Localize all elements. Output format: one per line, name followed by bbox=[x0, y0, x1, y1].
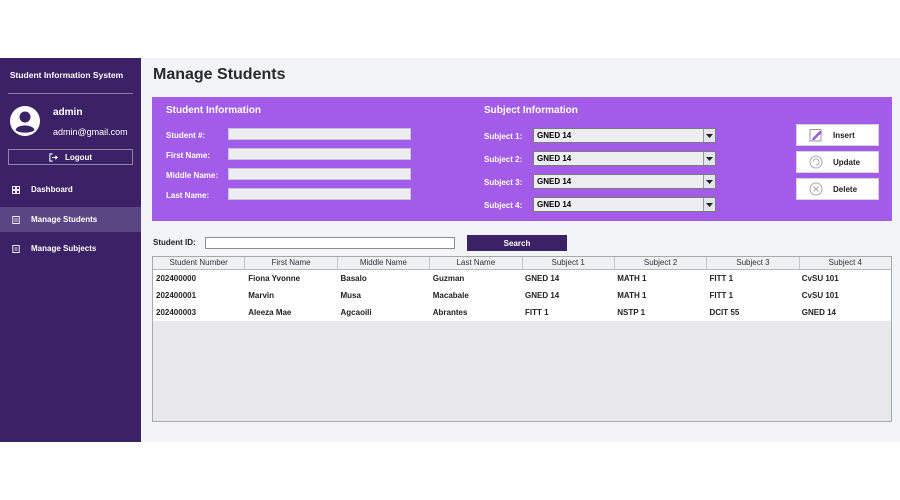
middle-name-label: Middle Name: bbox=[166, 171, 219, 180]
table-cell: 202400000 bbox=[156, 274, 197, 283]
search-button[interactable]: Search bbox=[467, 235, 567, 251]
table-cell: CvSU 101 bbox=[801, 274, 839, 283]
column-header[interactable]: Subject 2 bbox=[615, 257, 708, 269]
table-body: 202400000 Fiona Yvonne Basalo Guzman GNE… bbox=[153, 270, 891, 321]
table-cell: MATH 1 bbox=[617, 274, 647, 283]
column-header[interactable]: Subject 1 bbox=[523, 257, 615, 269]
update-label: Update bbox=[833, 157, 861, 167]
update-button[interactable]: Update bbox=[796, 151, 879, 173]
table-cell: Agcaoili bbox=[340, 308, 372, 317]
grid-icon bbox=[12, 185, 20, 194]
logout-button[interactable]: Logout bbox=[8, 149, 133, 165]
subject-1-select[interactable]: GNED 14 bbox=[533, 128, 716, 143]
student-form-panel: Student Information Student #: First Nam… bbox=[152, 97, 892, 221]
table-cell: Macabale bbox=[432, 291, 469, 300]
delete-button[interactable]: Delete bbox=[796, 178, 879, 200]
table-cell: GNED 14 bbox=[525, 274, 560, 283]
table-row[interactable]: 202400001 Marvin Musa Macabale GNED 14 M… bbox=[153, 287, 891, 304]
student-id-label: Student ID: bbox=[153, 238, 196, 247]
table-cell: Musa bbox=[340, 291, 361, 300]
table-cell: 202400001 bbox=[156, 291, 197, 300]
chevron-down-icon[interactable] bbox=[703, 129, 715, 142]
app-window: Student Information System admin admin@g… bbox=[0, 58, 900, 442]
insert-label: Insert bbox=[833, 130, 855, 140]
table-cell: GNED 14 bbox=[525, 291, 560, 300]
table-cell: Marvin bbox=[248, 291, 275, 300]
delete-label: Delete bbox=[833, 184, 858, 194]
column-header[interactable]: Middle Name bbox=[338, 257, 431, 269]
subject-4-label: Subject 4: bbox=[484, 201, 523, 210]
table-cell: Abrantes bbox=[432, 308, 468, 317]
table-cell: FITT 1 bbox=[709, 291, 734, 300]
subject-4-select[interactable]: GNED 14 bbox=[533, 197, 716, 212]
table-cell: NSTP 1 bbox=[617, 308, 646, 317]
subject-2-select[interactable]: GNED 14 bbox=[533, 151, 716, 166]
sidebar-item-label: Manage Subjects bbox=[31, 244, 97, 253]
logout-label: Logout bbox=[64, 152, 93, 162]
document-icon bbox=[12, 215, 20, 224]
page-title: Manage Students bbox=[153, 66, 286, 83]
subject-4-value: GNED 14 bbox=[537, 200, 572, 209]
sidebar-item-manage-subjects[interactable]: Manage Subjects bbox=[0, 236, 141, 261]
logout-icon bbox=[49, 152, 58, 162]
user-name: admin bbox=[53, 107, 83, 118]
first-name-label: First Name: bbox=[166, 151, 211, 160]
title-divider bbox=[8, 93, 133, 94]
refresh-icon bbox=[809, 155, 823, 169]
first-name-input[interactable] bbox=[228, 148, 411, 160]
table-cell: Fiona Yvonne bbox=[248, 274, 301, 283]
app-title: Student Information System bbox=[9, 70, 124, 80]
sidebar-item-label: Dashboard bbox=[31, 185, 73, 194]
subject-2-value: GNED 14 bbox=[537, 154, 572, 163]
sidebar-item-label: Manage Students bbox=[31, 215, 98, 224]
user-email: admin@gmail.com bbox=[53, 127, 128, 137]
table-cell: Aleeza Mae bbox=[248, 308, 292, 317]
sidebar-item-manage-students[interactable]: Manage Students bbox=[0, 207, 141, 232]
table-cell: DCIT 55 bbox=[709, 308, 740, 317]
table-cell: FITT 1 bbox=[525, 308, 549, 317]
table-row[interactable]: 202400000 Fiona Yvonne Basalo Guzman GNE… bbox=[153, 270, 891, 287]
middle-name-input[interactable] bbox=[228, 168, 411, 180]
column-header[interactable]: Subject 4 bbox=[800, 257, 891, 269]
subject-1-value: GNED 14 bbox=[537, 131, 572, 140]
table-cell: Guzman bbox=[432, 274, 465, 283]
last-name-label: Last Name: bbox=[166, 191, 210, 200]
chevron-down-icon[interactable] bbox=[703, 175, 715, 188]
student-id-search-input[interactable] bbox=[205, 237, 455, 249]
student-number-label: Student #: bbox=[166, 131, 206, 140]
sidebar-item-dashboard[interactable]: Dashboard bbox=[0, 177, 141, 202]
subject-2-label: Subject 2: bbox=[484, 155, 523, 164]
table-cell: GNED 14 bbox=[801, 308, 836, 317]
column-header[interactable]: Student Number bbox=[153, 257, 246, 269]
table-header: Student Number First Name Middle Name La… bbox=[153, 257, 891, 270]
table-cell: CvSU 101 bbox=[801, 291, 839, 300]
chevron-down-icon[interactable] bbox=[703, 198, 715, 211]
student-number-input[interactable] bbox=[228, 128, 411, 140]
last-name-input[interactable] bbox=[228, 188, 411, 200]
column-header[interactable]: Last Name bbox=[430, 257, 523, 269]
subject-3-select[interactable]: GNED 14 bbox=[533, 174, 716, 189]
table-cell: Basalo bbox=[340, 274, 367, 283]
students-table: Student Number First Name Middle Name La… bbox=[152, 256, 892, 422]
table-row[interactable]: 202400003 Aleeza Mae Agcaoili Abrantes F… bbox=[153, 304, 891, 321]
table-cell: MATH 1 bbox=[617, 291, 647, 300]
document-icon bbox=[12, 244, 20, 253]
insert-button[interactable]: Insert bbox=[796, 124, 879, 146]
close-icon bbox=[809, 182, 823, 196]
subject-1-label: Subject 1: bbox=[484, 132, 523, 141]
chevron-down-icon[interactable] bbox=[703, 152, 715, 165]
column-header[interactable]: First Name bbox=[245, 257, 338, 269]
subject-3-label: Subject 3: bbox=[484, 178, 523, 187]
edit-icon bbox=[809, 129, 822, 142]
subject-info-title: Subject Information bbox=[484, 105, 578, 116]
column-header[interactable]: Subject 3 bbox=[707, 257, 800, 269]
sidebar: Student Information System admin admin@g… bbox=[0, 58, 141, 442]
student-info-title: Student Information bbox=[166, 105, 261, 116]
table-cell: 202400003 bbox=[156, 308, 197, 317]
subject-3-value: GNED 14 bbox=[537, 177, 572, 186]
table-cell: FITT 1 bbox=[709, 274, 734, 283]
avatar-icon bbox=[10, 106, 40, 136]
